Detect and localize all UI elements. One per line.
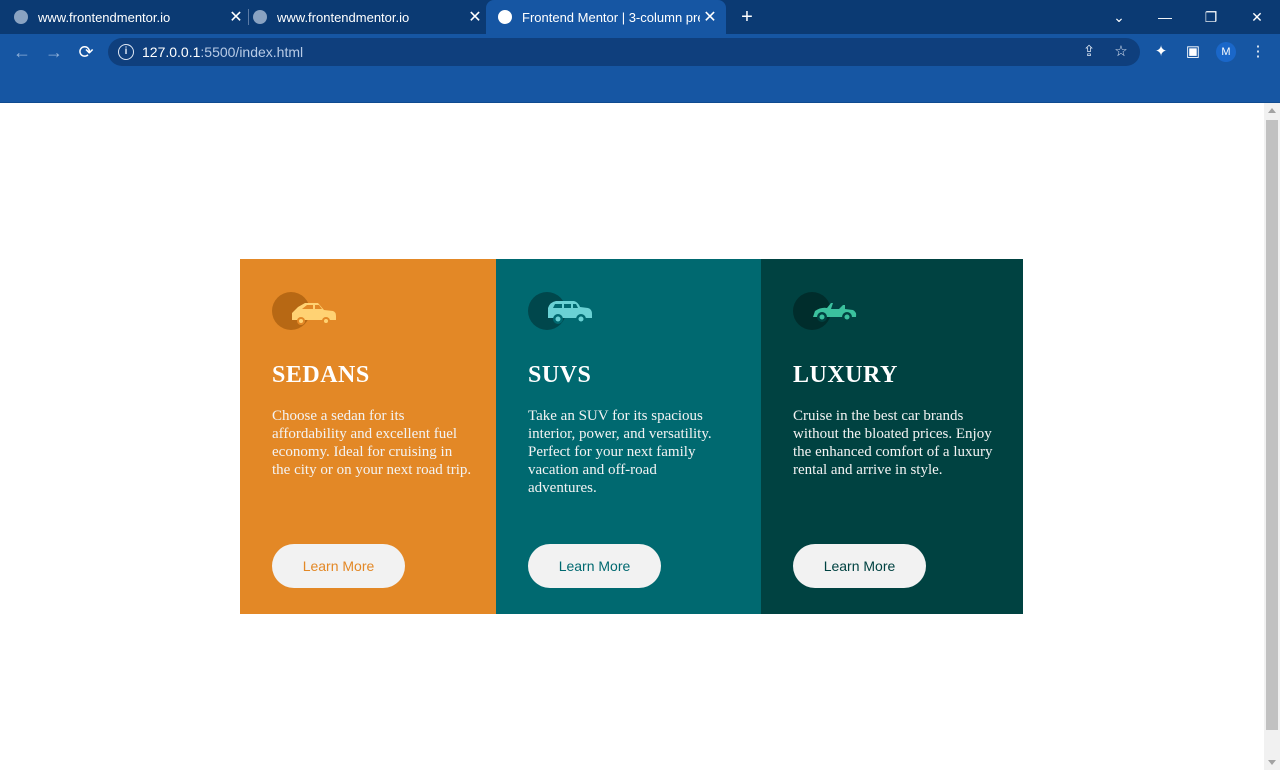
- card-sedans: SEDANS Choose a sedan for its affordabil…: [240, 259, 496, 614]
- suv-car-icon: [528, 292, 592, 330]
- forward-button[interactable]: →: [41, 39, 67, 65]
- close-window-button[interactable]: ✕: [1234, 0, 1280, 34]
- browser-tab[interactable]: www.frontendmentor.io ✕: [253, 0, 485, 34]
- minimize-button[interactable]: —: [1142, 0, 1188, 34]
- sedan-car-icon: [272, 292, 336, 330]
- new-tab-button[interactable]: +: [736, 6, 758, 28]
- scrollbar-thumb[interactable]: [1266, 120, 1278, 730]
- tab-title: www.frontendmentor.io: [277, 9, 410, 25]
- card-suvs: SUVS Take an SUV for its spacious interi…: [496, 259, 761, 614]
- browser-tab-strip: www.frontendmentor.io ✕ www.frontendment…: [0, 0, 1280, 34]
- restore-button[interactable]: ❐: [1188, 0, 1234, 34]
- tab-title: Frontend Mentor | 3-column pre​v: [522, 9, 700, 25]
- card-title: SEDANS: [272, 362, 370, 388]
- scroll-up-arrow-icon[interactable]: [1268, 108, 1276, 113]
- browser-tab-active[interactable]: Frontend Mentor | 3-column pre​v ✕: [486, 0, 726, 34]
- card-title: SUVS: [528, 362, 592, 388]
- tab-search-icon[interactable]: ⌄: [1096, 0, 1142, 34]
- url-host: 127.0.0.1: [142, 44, 201, 60]
- close-tab-icon[interactable]: ✕: [465, 7, 485, 27]
- menu-kebab-icon[interactable]: ⋮: [1248, 42, 1268, 62]
- back-button[interactable]: ←: [9, 39, 35, 65]
- close-tab-icon[interactable]: ✕: [226, 7, 246, 27]
- reload-button[interactable]: ⟳: [73, 39, 99, 65]
- card-title: LUXURY: [793, 362, 898, 388]
- share-icon[interactable]: ⇪: [1080, 43, 1098, 61]
- card-description: Choose a sedan for its affordability and…: [272, 408, 472, 478]
- page-viewport: SEDANS Choose a sedan for its affordabil…: [0, 103, 1264, 770]
- tab-divider: [248, 9, 249, 25]
- card-grid: SEDANS Choose a sedan for its affordabil…: [240, 259, 1023, 614]
- globe-icon: [14, 10, 28, 24]
- profile-avatar[interactable]: M: [1216, 42, 1236, 62]
- globe-icon: [253, 10, 267, 24]
- bookmark-star-icon[interactable]: ☆: [1112, 43, 1130, 61]
- card-description: Take an SUV for its spacious interior, p…: [528, 408, 712, 496]
- extensions-icon[interactable]: ✦: [1151, 42, 1171, 62]
- side-panel-icon[interactable]: ▣: [1183, 42, 1203, 62]
- bookmark-bar: [0, 70, 1280, 103]
- vertical-scrollbar[interactable]: [1264, 103, 1280, 770]
- tab-title: www.frontendmentor.io: [38, 9, 171, 25]
- frontend-mentor-favicon-icon: [498, 10, 512, 24]
- url-path: :5500/index.html: [200, 44, 304, 60]
- url-text[interactable]: 127.0.0.1:5500/index.html: [142, 44, 303, 60]
- luxury-car-icon: [793, 292, 857, 330]
- card-luxury: LUXURY Cruise in the best car brands wit…: [761, 259, 1023, 614]
- address-bar[interactable]: i 127.0.0.1:5500/index.html ⇪ ☆: [108, 38, 1140, 66]
- learn-more-button[interactable]: Learn More: [793, 544, 926, 588]
- browser-toolbar: ← → ⟳ i 127.0.0.1:5500/index.html ⇪ ☆ ✦ …: [0, 34, 1280, 70]
- browser-tab[interactable]: www.frontendmentor.io ✕: [14, 0, 246, 34]
- scroll-down-arrow-icon[interactable]: [1268, 760, 1276, 765]
- card-description: Cruise in the best car brands without th…: [793, 408, 993, 478]
- close-tab-icon[interactable]: ✕: [700, 7, 720, 27]
- learn-more-button[interactable]: Learn More: [528, 544, 661, 588]
- site-info-icon[interactable]: i: [118, 44, 134, 60]
- learn-more-button[interactable]: Learn More: [272, 544, 405, 588]
